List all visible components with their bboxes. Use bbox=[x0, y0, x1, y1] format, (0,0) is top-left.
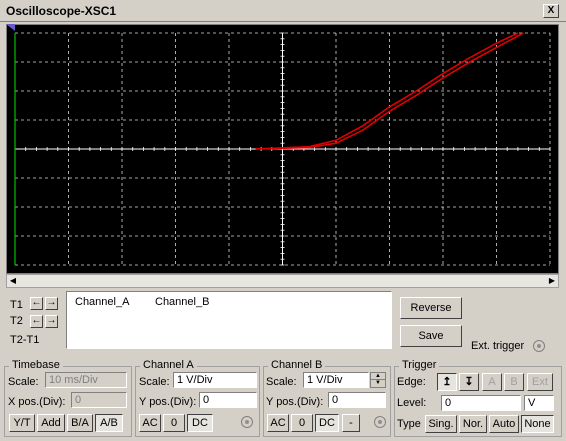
trigger-title: Trigger bbox=[399, 359, 440, 371]
channel-b-dc-button[interactable]: DC bbox=[315, 414, 339, 432]
mode-ba-button[interactable]: B/A bbox=[67, 414, 93, 432]
channel-b-ac-button[interactable]: AC bbox=[267, 414, 289, 432]
save-button[interactable]: Save bbox=[400, 325, 462, 347]
t2-label: T2 bbox=[10, 315, 23, 327]
trigger-source-b-button[interactable]: B bbox=[504, 373, 524, 391]
mode-add-button[interactable]: Add bbox=[37, 414, 65, 432]
rising-edge-button[interactable]: ↥ bbox=[437, 373, 457, 391]
trigger-level-unit[interactable]: V bbox=[524, 395, 554, 411]
channel-a-radio[interactable] bbox=[241, 416, 253, 428]
trigger-edge-label: Edge: bbox=[397, 376, 426, 388]
spin-down-icon[interactable]: ▼ bbox=[371, 380, 385, 387]
channel-a-dc-button[interactable]: DC bbox=[187, 414, 213, 432]
timebase-xpos-input[interactable]: 0 bbox=[71, 392, 127, 408]
spin-up-icon[interactable]: ▲ bbox=[371, 373, 385, 380]
t2-left-button[interactable]: ← bbox=[30, 315, 43, 328]
trigger-level-label: Level: bbox=[397, 397, 427, 409]
t1-right-button[interactable]: → bbox=[45, 297, 58, 310]
t1-left-button[interactable]: ← bbox=[30, 297, 43, 310]
trigger-source-ext-button[interactable]: Ext bbox=[527, 373, 553, 391]
channel-b-ypos-label: Y pos.(Div): bbox=[266, 396, 324, 408]
channel-b-scale-input[interactable]: 1 V/Div bbox=[303, 372, 369, 388]
channel-a-title: Channel A bbox=[140, 359, 197, 371]
channel-a-ypos-label: Y pos.(Div): bbox=[139, 396, 197, 408]
channel-a-scale-input[interactable]: 1 V/Div bbox=[173, 372, 257, 388]
channel-b-zero-button[interactable]: 0 bbox=[291, 414, 313, 432]
ext-trigger-radio[interactable] bbox=[533, 340, 545, 352]
channel-b-radio[interactable] bbox=[374, 416, 386, 428]
channel-a-ypos-input[interactable]: 0 bbox=[199, 392, 257, 408]
timebase-scale-label: Scale: bbox=[8, 376, 39, 388]
trigger-normal-button[interactable]: Nor. bbox=[459, 415, 487, 433]
ext-trigger-label: Ext. trigger bbox=[471, 340, 525, 352]
trigger-level-input[interactable]: 0 bbox=[441, 395, 521, 411]
mode-yt-button[interactable]: Y/T bbox=[9, 414, 35, 432]
window-title: Oscilloscope-XSC1 bbox=[6, 4, 117, 18]
oscilloscope-plot bbox=[7, 25, 558, 273]
channel-a-zero-button[interactable]: 0 bbox=[163, 414, 185, 432]
scroll-right-icon[interactable]: ▶ bbox=[546, 275, 558, 287]
t1-label: T1 bbox=[10, 299, 23, 311]
timebase-scale-input[interactable]: 10 ms/Div bbox=[45, 372, 127, 388]
oscilloscope-screen bbox=[6, 24, 559, 274]
falling-edge-button[interactable]: ↧ bbox=[459, 373, 479, 391]
trigger-single-button[interactable]: Sing. bbox=[425, 415, 457, 433]
channel-b-header: Channel_B bbox=[155, 296, 210, 308]
mode-ab-button[interactable]: A/B bbox=[95, 414, 123, 432]
channel-b-invert-button[interactable]: - bbox=[342, 414, 360, 432]
horizontal-scrollbar[interactable]: ◀ ▶ bbox=[6, 274, 559, 288]
reverse-button[interactable]: Reverse bbox=[400, 297, 462, 319]
trigger-none-button[interactable]: None bbox=[521, 415, 554, 433]
channel-a-ac-button[interactable]: AC bbox=[139, 414, 161, 432]
channel-a-scale-label: Scale: bbox=[139, 376, 170, 388]
trigger-type-label: Type bbox=[397, 418, 421, 430]
channel-b-scale-spinner[interactable]: ▲ ▼ bbox=[370, 372, 386, 388]
channel-b-scale-label: Scale: bbox=[266, 376, 297, 388]
trigger-source-a-button[interactable]: A bbox=[482, 373, 502, 391]
cursor-readout: Channel_A Channel_B bbox=[66, 291, 392, 349]
title-bar: Oscilloscope-XSC1 X bbox=[0, 0, 566, 22]
timebase-title: Timebase bbox=[9, 359, 63, 371]
cursor-1-marker-icon[interactable] bbox=[6, 24, 15, 31]
close-button[interactable]: X bbox=[543, 4, 559, 18]
channel-a-header: Channel_A bbox=[75, 296, 130, 308]
t2-right-button[interactable]: → bbox=[45, 315, 58, 328]
t2-t1-label: T2-T1 bbox=[10, 334, 40, 346]
trigger-auto-button[interactable]: Auto bbox=[489, 415, 519, 433]
channel-b-title: Channel B bbox=[268, 359, 326, 371]
channel-b-ypos-input[interactable]: 0 bbox=[328, 392, 386, 408]
scroll-left-icon[interactable]: ◀ bbox=[7, 275, 19, 287]
timebase-xpos-label: X pos.(Div): bbox=[8, 396, 66, 408]
